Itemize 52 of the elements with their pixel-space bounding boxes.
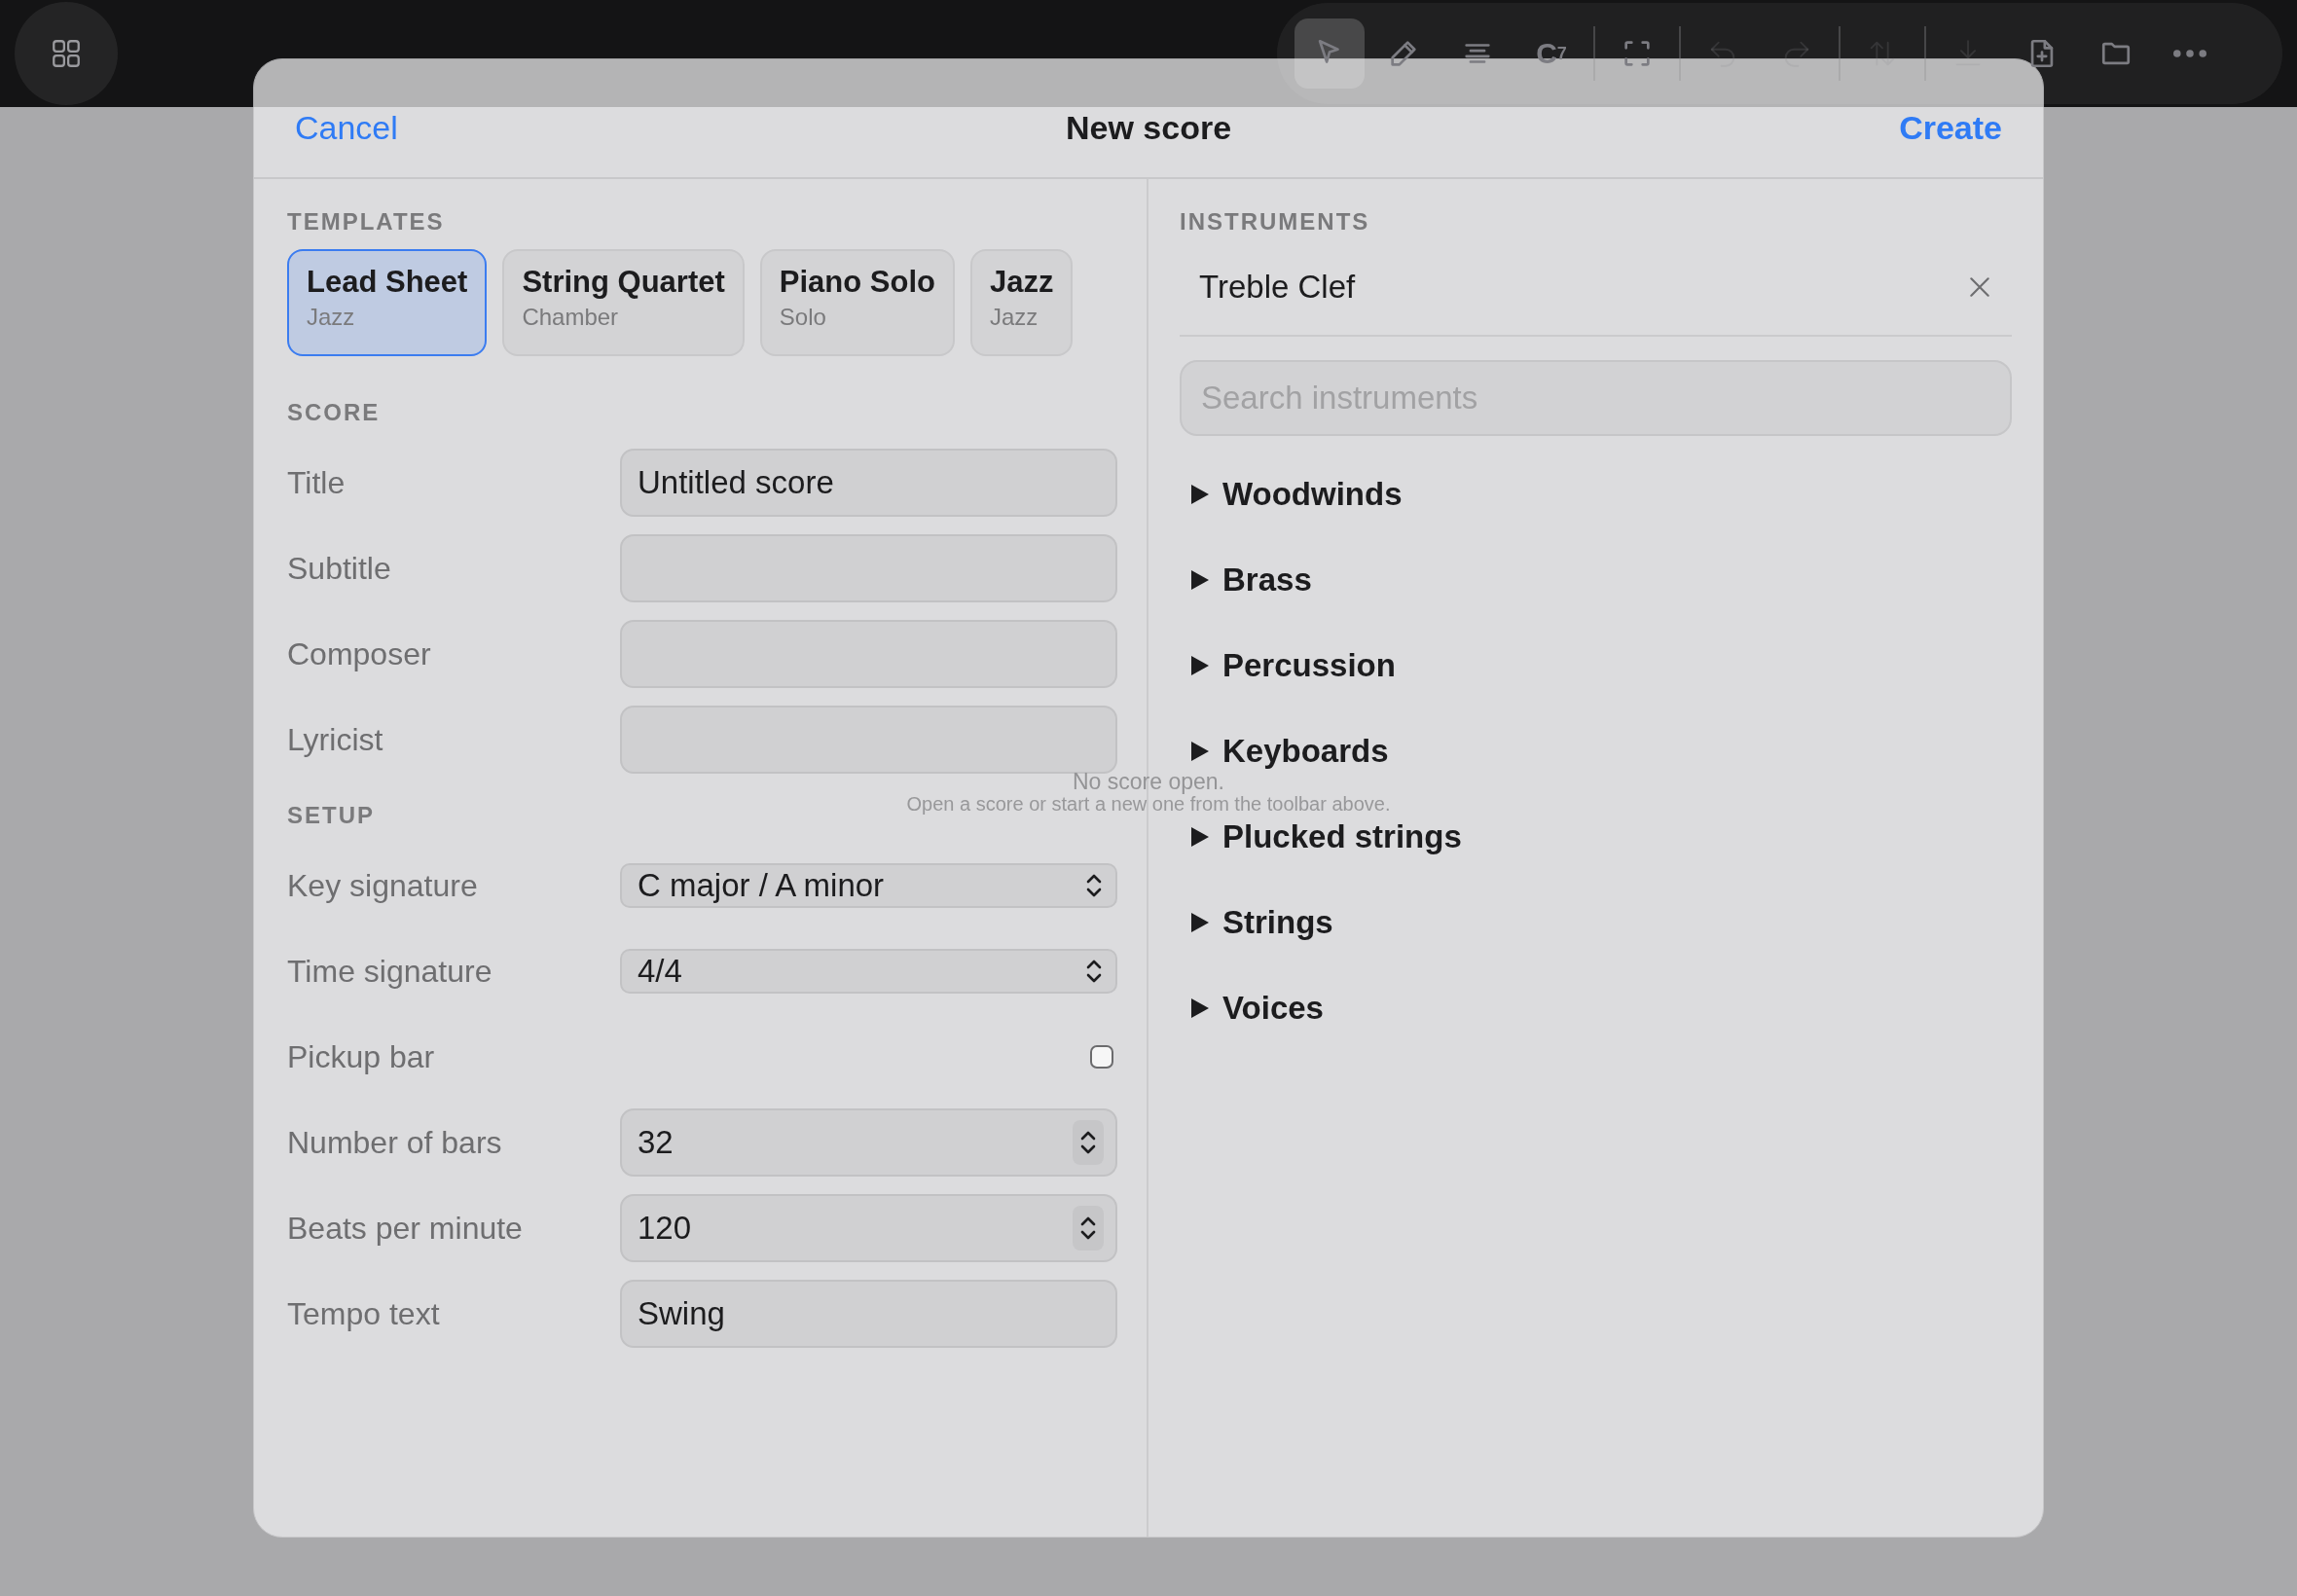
category-item[interactable]: Keyboards bbox=[1189, 732, 1389, 771]
field-label: Composer bbox=[287, 635, 432, 672]
stepper-button[interactable] bbox=[1073, 1120, 1104, 1165]
template-card[interactable]: Piano Solo Solo bbox=[759, 249, 955, 356]
stepper-button[interactable] bbox=[1073, 1206, 1104, 1251]
instrument-name: Treble Clef bbox=[1199, 269, 1357, 306]
template-name: Piano Solo bbox=[779, 265, 935, 300]
select-field[interactable]: 4/4 bbox=[620, 949, 1117, 994]
field-label: Subtitle bbox=[287, 550, 392, 587]
field-label: Beats per minute bbox=[287, 1210, 524, 1247]
category-item[interactable]: Voices bbox=[1189, 989, 1324, 1028]
text-field[interactable] bbox=[620, 534, 1117, 602]
template-card[interactable]: Jazz Jazz bbox=[970, 249, 1074, 356]
text-field[interactable] bbox=[620, 620, 1117, 688]
empty-state-title: No score open. bbox=[1073, 769, 1224, 793]
template-card[interactable]: Lead Sheet Jazz bbox=[287, 249, 488, 356]
text-field[interactable]: Untitled score bbox=[620, 449, 1117, 517]
field-label: Pickup bar bbox=[287, 1038, 436, 1075]
template-category: Solo bbox=[779, 304, 827, 331]
template-name: Lead Sheet bbox=[307, 265, 468, 300]
category-item[interactable]: Brass bbox=[1189, 561, 1312, 599]
template-category: Jazz bbox=[307, 304, 356, 331]
dialog-title: New score bbox=[1065, 109, 1232, 147]
grid-icon bbox=[50, 37, 83, 70]
template-name: String Quartet bbox=[522, 265, 725, 300]
cursor-button[interactable] bbox=[1294, 18, 1365, 89]
template-card[interactable]: String Quartet Chamber bbox=[502, 249, 745, 356]
section-heading: SETUP bbox=[287, 802, 375, 829]
template-category: Jazz bbox=[990, 304, 1039, 331]
category-item[interactable]: Strings bbox=[1189, 903, 1333, 942]
category-item[interactable]: Percussion bbox=[1189, 646, 1396, 685]
number-field[interactable]: 32 bbox=[620, 1108, 1117, 1177]
field-label: Key signature bbox=[287, 867, 479, 904]
close-icon[interactable] bbox=[1967, 274, 1992, 300]
field-label: Lyricist bbox=[287, 721, 384, 758]
section-heading: TEMPLATES bbox=[287, 208, 445, 236]
field-label: Tempo text bbox=[287, 1295, 441, 1332]
select-field[interactable]: C major / A minor bbox=[620, 863, 1117, 908]
template-category: Chamber bbox=[522, 304, 620, 331]
text-field[interactable] bbox=[620, 706, 1117, 774]
category-item[interactable]: Woodwinds bbox=[1189, 475, 1403, 514]
section-heading: INSTRUMENTS bbox=[1180, 208, 1370, 236]
number-field[interactable]: 120 bbox=[620, 1194, 1117, 1262]
template-name: Jazz bbox=[990, 265, 1054, 300]
more-icon bbox=[2173, 50, 2206, 57]
field-label: Title bbox=[287, 464, 346, 501]
section-heading: SCORE bbox=[287, 399, 381, 426]
field-label: Time signature bbox=[287, 953, 493, 990]
text-field[interactable]: Swing bbox=[620, 1280, 1117, 1348]
checkbox[interactable] bbox=[1090, 1045, 1113, 1069]
category-item[interactable]: Plucked strings bbox=[1189, 817, 1462, 856]
field-label: Number of bars bbox=[287, 1124, 503, 1161]
